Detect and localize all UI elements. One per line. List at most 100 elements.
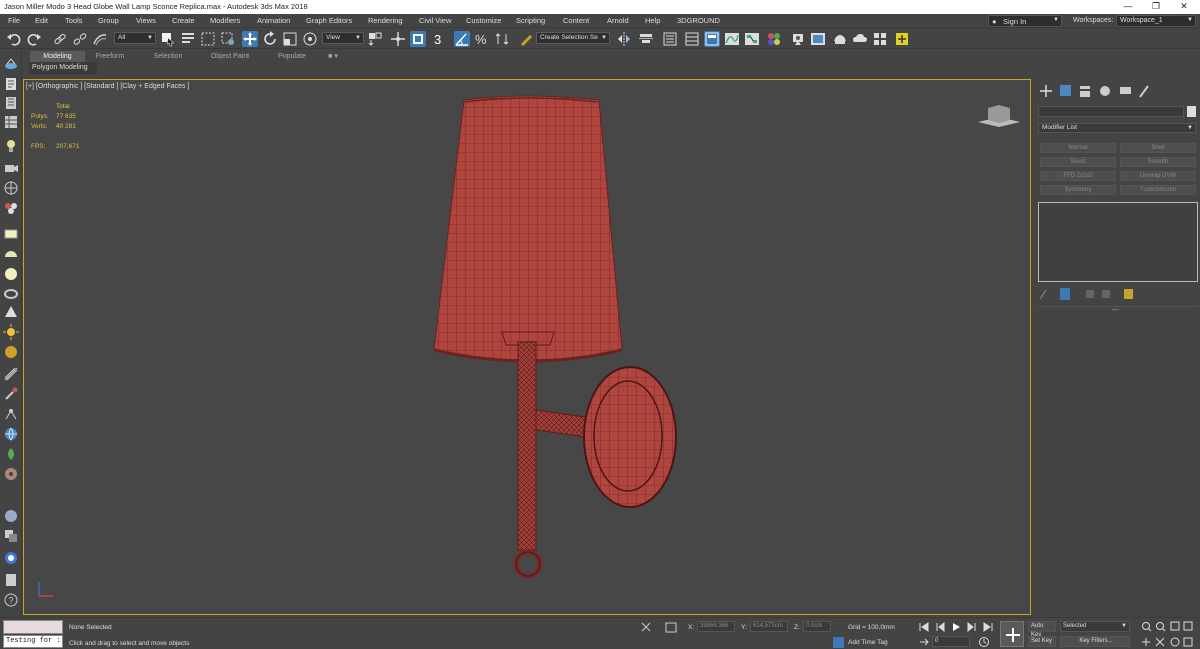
key-mode-dropdown[interactable]: Selected ▼ — [1060, 621, 1130, 632]
menu-scripting[interactable]: Scripting — [516, 16, 545, 25]
render-in-cloud-icon[interactable] — [852, 31, 868, 47]
polygon-modeling-panel[interactable]: Polygon Modeling — [29, 62, 97, 74]
x-coordinate-field[interactable]: 39866,366 — [697, 621, 735, 632]
ribbon-options-icon[interactable]: ■ ▾ — [324, 51, 342, 62]
link-icon[interactable] — [52, 31, 68, 47]
modifier-stack[interactable] — [1038, 202, 1198, 282]
cone-icon[interactable] — [3, 304, 19, 320]
add-time-tag[interactable]: Add Time Tag — [848, 639, 888, 646]
menu-file[interactable]: File — [8, 16, 20, 25]
play-icon[interactable] — [950, 621, 962, 633]
torus-icon[interactable] — [3, 286, 19, 302]
select-and-scale-icon[interactable] — [282, 31, 298, 47]
named-selection-set-dropdown[interactable]: Create Selection Se ▼ — [536, 32, 610, 44]
render-setup-icon[interactable] — [790, 31, 806, 47]
select-and-manipulate-icon[interactable] — [390, 31, 406, 47]
asset-icon[interactable] — [3, 466, 19, 482]
minimize-button[interactable]: — — [1114, 0, 1142, 14]
menu-views[interactable]: Views — [136, 16, 156, 25]
modifier-smooth-button[interactable]: Smooth — [1120, 157, 1196, 167]
curve-editor-icon[interactable] — [724, 31, 740, 47]
modifier-bend-button[interactable]: Bend — [1040, 157, 1116, 167]
panel-icon[interactable] — [3, 572, 19, 588]
bones-icon[interactable] — [3, 406, 19, 422]
modifier-list-dropdown[interactable]: Modifier List ▼ — [1038, 123, 1196, 133]
mirror-icon[interactable] — [616, 31, 632, 47]
light-bulb-icon[interactable] — [3, 138, 19, 154]
menu-arnold[interactable]: Arnold — [607, 16, 629, 25]
stack-tools[interactable] — [1038, 287, 1138, 301]
next-frame-icon[interactable] — [966, 621, 978, 633]
menu-group[interactable]: Group — [98, 16, 119, 25]
viewport-navigation-controls[interactable] — [1138, 620, 1198, 648]
tab-object-paint[interactable]: Object Paint — [202, 51, 258, 62]
rectangular-selection-icon[interactable] — [200, 31, 216, 47]
pivot-center-icon[interactable] — [367, 31, 383, 47]
tab-freeform[interactable]: Freeform — [88, 51, 132, 62]
edit-named-selection-icon[interactable] — [518, 31, 534, 47]
menu-create[interactable]: Create — [172, 16, 195, 25]
go-to-start-icon[interactable] — [918, 621, 930, 633]
sun-icon[interactable] — [3, 324, 19, 340]
schematic-view-icon[interactable] — [744, 31, 760, 47]
menu-help[interactable]: Help — [645, 16, 660, 25]
layer-explorer-icon[interactable] — [684, 31, 700, 47]
hemisphere-icon[interactable] — [3, 246, 19, 262]
reference-coordinate-dropdown[interactable]: View ▼ — [322, 32, 364, 44]
leaf-icon[interactable] — [3, 446, 19, 462]
set-key-button[interactable]: Set Key — [1028, 636, 1056, 647]
bind-space-warp-icon[interactable] — [92, 31, 108, 47]
render-production-icon[interactable] — [832, 31, 848, 47]
command-panel-tabs[interactable] — [1038, 83, 1158, 99]
modifier-symmetry-button[interactable]: Symmetry — [1040, 185, 1116, 195]
maxscript-mini-listener[interactable] — [3, 620, 63, 634]
align-icon[interactable] — [638, 31, 654, 47]
viewcube-icon[interactable] — [974, 100, 1024, 130]
box-icon[interactable] — [3, 226, 19, 242]
menu-tools[interactable]: Tools — [65, 16, 83, 25]
select-and-rotate-icon[interactable] — [262, 31, 278, 47]
menu-graph-editors[interactable]: Graph Editors — [306, 16, 352, 25]
space-warp-icon[interactable] — [3, 200, 19, 216]
panel-resize-handle[interactable]: — — [1112, 306, 1119, 313]
modifier-unwrap-uvw-button[interactable]: Unwrap UVW — [1120, 171, 1196, 181]
menu-civil-view[interactable]: Civil View — [419, 16, 451, 25]
select-and-place-icon[interactable] — [302, 31, 318, 47]
unlink-icon[interactable] — [72, 31, 88, 47]
quick-access-star-icon[interactable] — [894, 31, 910, 47]
go-to-end-icon[interactable] — [982, 621, 994, 633]
tab-selection[interactable]: Selection — [146, 51, 190, 62]
menu-rendering[interactable]: Rendering — [368, 16, 403, 25]
object-color-swatch[interactable] — [1187, 106, 1196, 117]
material-editor-icon[interactable] — [766, 31, 782, 47]
menu-edit[interactable]: Edit — [35, 16, 48, 25]
lock-selection-icon[interactable] — [640, 621, 680, 633]
pipette-icon[interactable] — [3, 386, 19, 402]
maxscript-input[interactable]: Testing for : — [3, 635, 63, 648]
viewport-sphere-icon[interactable] — [3, 508, 19, 524]
menu-3dground[interactable]: 3DGROUND — [677, 16, 720, 25]
camera-icon[interactable] — [3, 160, 19, 176]
menu-customize[interactable]: Customize — [466, 16, 501, 25]
modifier-shell-button[interactable]: Shell — [1120, 143, 1196, 153]
z-coordinate-field[interactable]: 0,0cm — [803, 621, 831, 632]
grid-list-icon[interactable] — [3, 114, 19, 130]
viewport-orthographic[interactable]: [+] [Orthographic ] [Standard ] [Clay + … — [23, 79, 1031, 615]
select-object-icon[interactable] — [160, 31, 176, 47]
help-icon[interactable]: ? — [3, 592, 19, 608]
restore-button[interactable]: ❐ — [1142, 0, 1170, 14]
workspace-dropdown[interactable]: Workspace_1 ▼ — [1116, 15, 1196, 27]
percent-snap-icon[interactable]: % — [474, 31, 490, 47]
previous-frame-icon[interactable] — [934, 621, 946, 633]
globe-icon[interactable] — [3, 426, 19, 442]
selection-filter-dropdown[interactable]: All ▼ — [114, 32, 156, 44]
modifier-ffd-button[interactable]: FFD 2x2x2 — [1040, 171, 1116, 181]
modifier-turbosmooth-button[interactable]: TurboSmooth — [1120, 185, 1196, 195]
object-name-field[interactable] — [1038, 106, 1184, 117]
window-crossing-icon[interactable] — [220, 31, 236, 47]
menu-modifiers[interactable]: Modifiers — [210, 16, 240, 25]
undo-icon[interactable] — [6, 31, 22, 47]
tab-modeling[interactable]: Modeling — [30, 51, 85, 62]
current-frame-field[interactable]: 0 — [932, 636, 970, 647]
menu-content[interactable]: Content — [563, 16, 589, 25]
